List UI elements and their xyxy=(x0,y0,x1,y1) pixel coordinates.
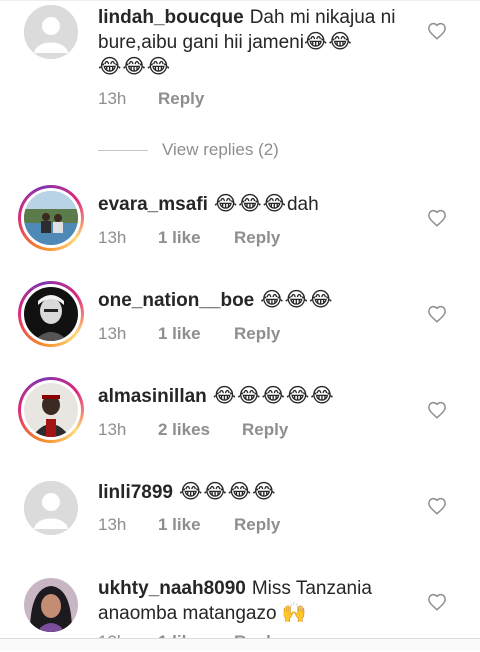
comment-emojis-line2: 😂😂😂 xyxy=(98,56,172,78)
comment-meta: 13h 1 like Reply xyxy=(98,228,280,248)
avatar-photo xyxy=(24,383,78,437)
comment-time: 13h xyxy=(98,515,127,534)
avatar[interactable] xyxy=(18,281,84,347)
heart-outline-icon[interactable] xyxy=(427,22,447,40)
default-profile-icon xyxy=(24,5,78,59)
reply-button[interactable]: Reply xyxy=(242,420,288,440)
avatar-photo xyxy=(24,191,78,245)
avatar[interactable] xyxy=(24,5,78,59)
comment-time: 13h xyxy=(98,420,127,439)
heart-outline-icon[interactable] xyxy=(427,593,447,611)
comment-username[interactable]: one_nation__boe xyxy=(98,290,254,311)
reply-button[interactable]: Reply xyxy=(158,89,204,109)
comment-emojis: 😂😂😂😂😂 xyxy=(212,385,335,407)
comment-username[interactable]: ukhty_naah8090 xyxy=(98,578,246,599)
default-profile-icon xyxy=(24,481,78,535)
avatar-photo xyxy=(24,287,78,341)
comment-text: lindah_boucque Dah mi nikajua ni bure,aib… xyxy=(98,5,408,80)
comment-emojis: 😂😂 xyxy=(303,31,353,53)
comment-likes[interactable]: 1 like xyxy=(158,515,234,535)
view-replies-button[interactable]: View replies (2) xyxy=(98,140,279,160)
comment-meta: 13h 1 like Reply xyxy=(98,324,280,344)
view-replies-label: View replies (2) xyxy=(162,140,279,159)
comment-meta: 13h 1 like Reply xyxy=(98,515,280,535)
comment-emojis: 🙌 xyxy=(281,602,308,624)
reply-button[interactable]: Reply xyxy=(234,228,280,248)
avatar[interactable] xyxy=(18,185,84,251)
comment-text: ukhty_naah8090 Miss Tanzania anaomba mata… xyxy=(98,576,408,626)
reply-button[interactable]: Reply xyxy=(234,324,280,344)
heart-outline-icon[interactable] xyxy=(427,305,447,323)
comment-text: linli7899 😂😂😂😂 xyxy=(98,480,408,505)
avatar-photo xyxy=(24,578,78,632)
comment-likes[interactable]: 1 like xyxy=(158,324,234,344)
comment-time: 13h xyxy=(98,228,127,247)
comment-input-bar xyxy=(0,639,480,651)
comment-emojis: 😂😂😂😂 xyxy=(179,481,277,503)
avatar[interactable] xyxy=(24,578,78,632)
comment-likes[interactable]: 2 likes xyxy=(158,420,242,440)
comment-emojis: 😂😂😂 xyxy=(260,289,334,311)
reply-button[interactable]: Reply xyxy=(234,515,280,535)
comment-username[interactable]: linli7899 xyxy=(98,482,173,503)
comment-emojis: 😂😂😂 xyxy=(213,193,287,215)
comment-username[interactable]: lindah_boucque xyxy=(98,7,244,28)
top-divider xyxy=(0,0,480,1)
comment-meta: 13h Reply xyxy=(98,89,204,109)
avatar[interactable] xyxy=(24,481,78,535)
comment-username[interactable]: evara_msafi xyxy=(98,194,208,215)
comment-likes[interactable]: 1 like xyxy=(158,228,234,248)
comment-time: 13h xyxy=(98,89,127,108)
comment-username[interactable]: almasinillan xyxy=(98,386,207,407)
comment-meta: 13h 2 likes Reply xyxy=(98,420,288,440)
view-replies-divider xyxy=(98,149,148,151)
comment-text: almasinillan 😂😂😂😂😂 xyxy=(98,384,408,409)
comment-text: evara_msafi 😂😂😂dah xyxy=(98,192,408,217)
heart-outline-icon[interactable] xyxy=(427,209,447,227)
comment-time: 13h xyxy=(98,324,127,343)
heart-outline-icon[interactable] xyxy=(427,401,447,419)
heart-outline-icon[interactable] xyxy=(427,497,447,515)
comment-body: dah xyxy=(286,194,319,215)
avatar[interactable] xyxy=(18,377,84,443)
comment-text: one_nation__boe 😂😂😂 xyxy=(98,288,408,313)
